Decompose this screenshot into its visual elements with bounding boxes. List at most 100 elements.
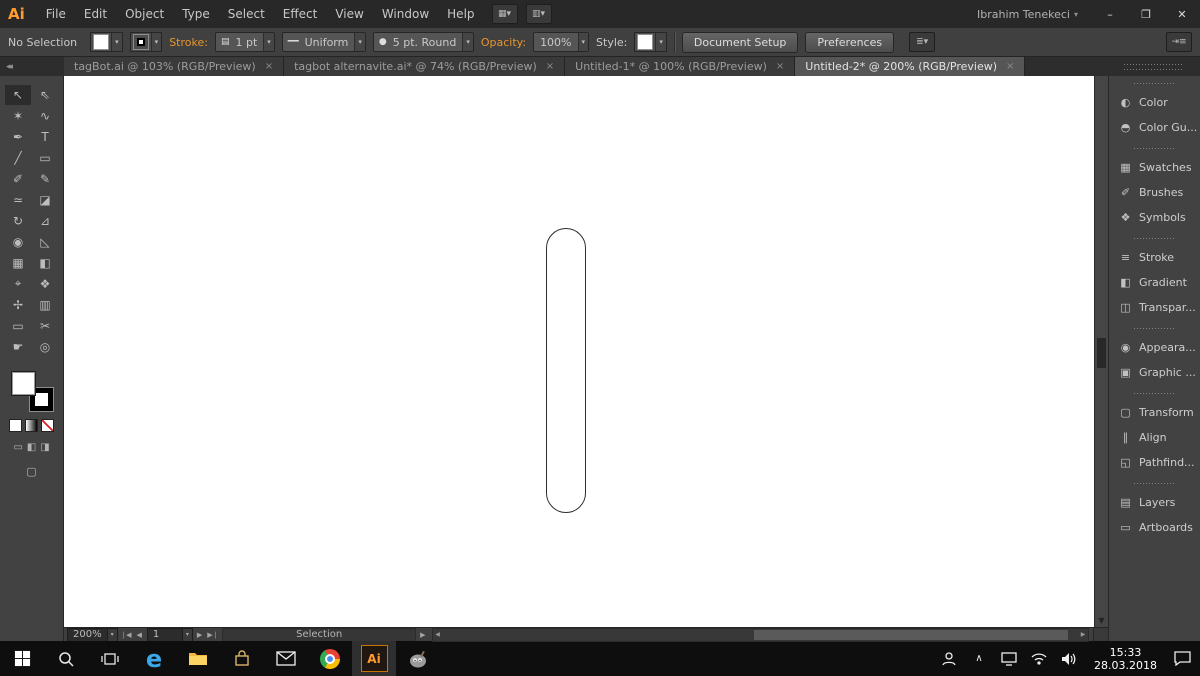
clock[interactable]: 15:33 28.03.2018 bbox=[1087, 646, 1164, 672]
user-name[interactable]: Ibrahim Tenekeci bbox=[977, 8, 1070, 21]
lasso-tool[interactable]: ∿ bbox=[32, 106, 58, 126]
eraser-tool[interactable]: ◪ bbox=[32, 190, 58, 210]
menu-object[interactable]: Object bbox=[116, 7, 173, 21]
restore-button[interactable]: ❐ bbox=[1128, 0, 1164, 28]
chrome-button[interactable] bbox=[308, 641, 352, 676]
panel-button-appeara[interactable]: ◉ Appeara... bbox=[1109, 335, 1200, 360]
color-button[interactable] bbox=[9, 419, 22, 432]
hand-tool[interactable]: ☛ bbox=[5, 337, 31, 357]
menu-view[interactable]: View bbox=[326, 7, 372, 21]
gradient-button[interactable] bbox=[25, 419, 38, 432]
panel-button-artboards[interactable]: ▭ Artboards bbox=[1109, 515, 1200, 540]
line-segment-tool[interactable]: ╱ bbox=[5, 148, 31, 168]
menu-file[interactable]: File bbox=[37, 7, 75, 21]
artboard-select[interactable]: 1 ▾ bbox=[146, 627, 193, 642]
scale-tool[interactable]: ⊿ bbox=[32, 211, 58, 231]
panel-button-gradient[interactable]: ◧ Gradient bbox=[1109, 270, 1200, 295]
gradient-tool[interactable]: ◧ bbox=[32, 253, 58, 273]
last-artboard-icon[interactable]: ▶∣ bbox=[207, 631, 218, 639]
stroke-width-select[interactable]: ▤ 1 pt ▾ bbox=[214, 32, 275, 52]
close-icon[interactable]: × bbox=[265, 61, 273, 72]
symbol-sprayer-tool[interactable]: ✢ bbox=[5, 295, 31, 315]
hidden-icons-button[interactable]: ∧ bbox=[967, 641, 991, 676]
document-tab-untitled-2[interactable]: Untitled-2* @ 200% (RGB/Preview) × bbox=[795, 57, 1026, 76]
draw-behind-icon[interactable]: ◧ bbox=[27, 442, 36, 453]
brush-definition-select[interactable]: ● 5 pt. Round ▾ bbox=[372, 32, 474, 52]
vertical-scroll-thumb[interactable] bbox=[1097, 338, 1106, 368]
file-explorer-button[interactable] bbox=[176, 641, 220, 676]
paintbrush-tool[interactable]: ✐ bbox=[5, 169, 31, 189]
panel-button-transform[interactable]: ▢ Transform bbox=[1109, 400, 1200, 425]
mail-button[interactable] bbox=[264, 641, 308, 676]
panel-button-swatches[interactable]: ▦ Swatches bbox=[1109, 155, 1200, 180]
perspective-grid-tool[interactable]: ◺ bbox=[32, 232, 58, 252]
pencil-tool[interactable]: ✎ bbox=[32, 169, 58, 189]
menu-window[interactable]: Window bbox=[373, 7, 438, 21]
slice-tool[interactable]: ✂ bbox=[32, 316, 58, 336]
screen-mode-icon[interactable]: ▢ bbox=[26, 465, 36, 478]
panel-button-color-gu[interactable]: ◓ Color Gu... bbox=[1109, 115, 1200, 140]
stroke-panel-link[interactable]: Stroke: bbox=[169, 36, 208, 49]
close-icon[interactable]: × bbox=[546, 61, 554, 72]
panel-button-align[interactable]: ∥ Align bbox=[1109, 425, 1200, 450]
canvas[interactable]: ▼ bbox=[64, 76, 1108, 627]
store-button[interactable] bbox=[220, 641, 264, 676]
magic-wand-tool[interactable]: ✶ bbox=[5, 106, 31, 126]
next-artboard-icon[interactable]: ▶ bbox=[197, 631, 203, 639]
horizontal-scrollbar[interactable]: ◀ ▶ bbox=[431, 627, 1089, 642]
preferences-button[interactable]: Preferences bbox=[805, 31, 895, 53]
pen-tool[interactable]: ✒ bbox=[5, 127, 31, 147]
fill-color-picker[interactable]: ▾ bbox=[90, 32, 123, 52]
column-graph-tool[interactable]: ▥ bbox=[32, 295, 58, 315]
eyedropper-tool[interactable]: ⌖ bbox=[5, 274, 31, 294]
workspace-icon[interactable]: ▥▾ bbox=[525, 4, 552, 24]
document-tab-untitled-1[interactable]: Untitled-1* @ 100% (RGB/Preview) × bbox=[565, 57, 796, 76]
document-tab-tagbot-ai[interactable]: tagBot.ai @ 103% (RGB/Preview) × bbox=[64, 57, 285, 76]
panel-menu-icon[interactable]: ⇥≡ bbox=[1166, 32, 1192, 52]
close-icon[interactable]: × bbox=[776, 61, 784, 72]
vertical-scrollbar[interactable]: ▼ bbox=[1094, 76, 1108, 627]
zoom-select[interactable]: 200% ▾ bbox=[67, 627, 118, 642]
scroll-left-icon[interactable]: ◀ bbox=[433, 629, 443, 641]
horizontal-scroll-thumb[interactable] bbox=[753, 629, 1069, 640]
menu-type[interactable]: Type bbox=[173, 7, 219, 21]
prev-artboard-icon[interactable]: ◀ bbox=[137, 631, 143, 639]
width-profile-select[interactable]: ━━ Uniform ▾ bbox=[281, 32, 366, 52]
task-view-button[interactable] bbox=[88, 641, 132, 676]
panel-button-graphic[interactable]: ▣ Graphic ... bbox=[1109, 360, 1200, 385]
start-button[interactable] bbox=[0, 641, 44, 676]
opacity-select[interactable]: 100% ▾ bbox=[533, 32, 590, 52]
menu-select[interactable]: Select bbox=[219, 7, 274, 21]
artboard-tool[interactable]: ▭ bbox=[5, 316, 31, 336]
panel-button-transpar[interactable]: ◫ Transpar... bbox=[1109, 295, 1200, 320]
opacity-panel-link[interactable]: Opacity: bbox=[481, 36, 526, 49]
panel-button-color[interactable]: ◐ Color bbox=[1109, 90, 1200, 115]
panel-button-symbols[interactable]: ❖ Symbols bbox=[1109, 205, 1200, 230]
style-picker[interactable]: ▾ bbox=[634, 32, 667, 52]
status-display[interactable]: Selection bbox=[222, 627, 417, 642]
blend-tool[interactable]: ❖ bbox=[32, 274, 58, 294]
draw-normal-icon[interactable]: ▭ bbox=[13, 442, 22, 453]
align-options-icon[interactable]: ≣▾ bbox=[909, 32, 936, 52]
network-button[interactable] bbox=[997, 641, 1021, 676]
selection-tool[interactable]: ↖ bbox=[5, 84, 31, 105]
scroll-right-icon[interactable]: ▶ bbox=[1078, 629, 1088, 641]
rounded-rectangle-shape[interactable] bbox=[546, 228, 586, 513]
gimp-button[interactable] bbox=[396, 641, 440, 676]
edge-button[interactable]: e bbox=[132, 641, 176, 676]
mesh-tool[interactable]: ▦ bbox=[5, 253, 31, 273]
document-tab-tagbot[interactable]: tagbot alternavite.ai* @ 74% (RGB/Previe… bbox=[284, 57, 566, 76]
menu-help[interactable]: Help bbox=[438, 7, 483, 21]
none-button[interactable] bbox=[41, 419, 54, 432]
direct-selection-tool[interactable]: ⇖ bbox=[32, 85, 58, 105]
rotate-tool[interactable]: ↻ bbox=[5, 211, 31, 231]
scroll-down-icon[interactable]: ▼ bbox=[1095, 614, 1108, 627]
first-artboard-icon[interactable]: ∣◀ bbox=[122, 631, 133, 639]
menu-effect[interactable]: Effect bbox=[274, 7, 327, 21]
stroke-color-picker[interactable]: ▾ bbox=[129, 32, 163, 52]
width-tool[interactable]: ≃ bbox=[5, 190, 31, 210]
panel-button-stroke[interactable]: ≡ Stroke bbox=[1109, 245, 1200, 270]
close-icon[interactable]: × bbox=[1006, 61, 1014, 72]
menu-edit[interactable]: Edit bbox=[75, 7, 116, 21]
search-button[interactable] bbox=[44, 641, 88, 676]
